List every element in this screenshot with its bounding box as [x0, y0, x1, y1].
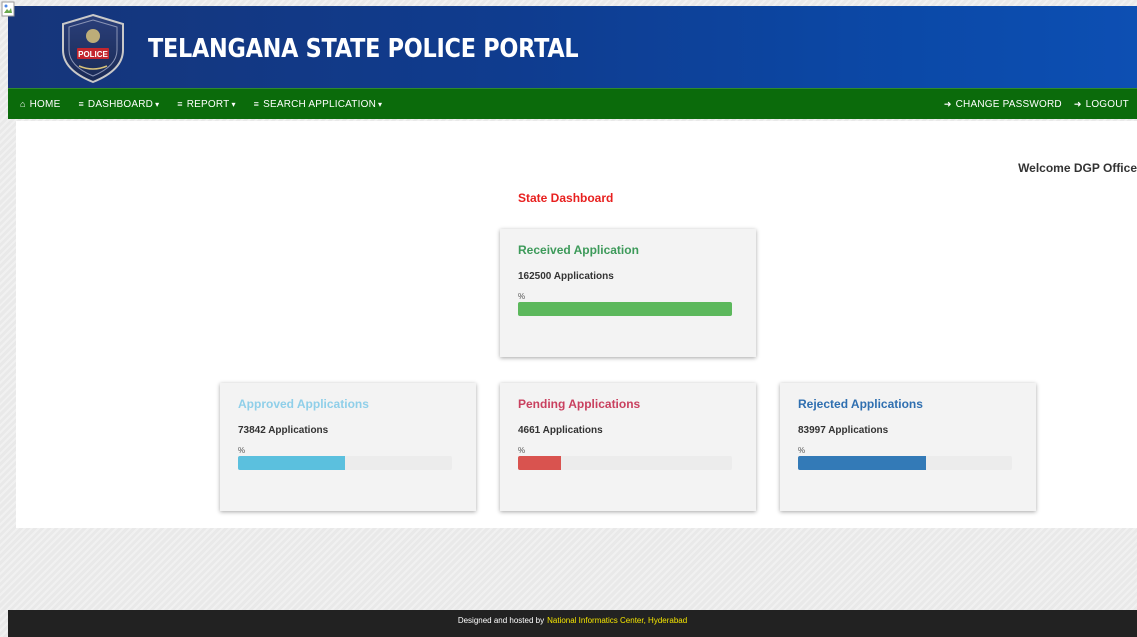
sign-in-icon: ➜ [943, 98, 952, 109]
card-count: 4661 Applications [518, 425, 603, 436]
card-title: Pending Applications [518, 397, 641, 411]
progress-bar [238, 456, 452, 470]
progress-bar-fill [798, 456, 927, 470]
footer-nic-link[interactable]: National Informatics Center, Hyderabad [547, 616, 687, 625]
percent-label: % [238, 446, 246, 455]
nav-left-group: ⌂ HOME ≡ DASHBOARD ▾ ≡ REPORT ▾ ≡ SEARCH… [20, 99, 382, 110]
logo-text: POLICE [78, 50, 108, 59]
nav-report-label: REPORT [186, 98, 230, 110]
nav-search-application-label: SEARCH APPLICATION [263, 98, 376, 110]
chevron-down-icon: ▾ [378, 99, 383, 109]
list-icon: ≡ [78, 99, 84, 109]
card-title: Approved Applications [238, 397, 369, 411]
sign-in-icon: ➜ [1073, 98, 1082, 109]
nav-change-password-label: CHANGE PASSWORD [955, 98, 1062, 110]
received-application-card[interactable]: Received Application 162500 Applications… [500, 229, 756, 357]
home-icon: ⌂ [20, 99, 26, 109]
nav-search-application[interactable]: ≡ SEARCH APPLICATION ▾ [254, 99, 383, 110]
nav-change-password[interactable]: ➜ CHANGE PASSWORD [944, 99, 1062, 110]
approved-applications-card[interactable]: Approved Applications 73842 Applications… [220, 383, 476, 511]
chevron-down-icon: ▾ [231, 99, 236, 109]
card-title: Received Application [518, 243, 639, 257]
percent-label: % [518, 446, 526, 455]
nav-logout[interactable]: ➜ LOGOUT [1074, 99, 1129, 110]
welcome-message: Welcome DGP Office [1018, 161, 1137, 175]
card-title: Rejected Applications [798, 397, 923, 411]
chevron-down-icon: ▾ [155, 99, 160, 109]
progress-bar-fill [238, 456, 345, 470]
broken-image-icon [1, 1, 15, 17]
progress-bar [518, 456, 732, 470]
list-icon: ≡ [177, 99, 183, 109]
nav-home[interactable]: ⌂ HOME [20, 99, 60, 110]
nav-right-group: ➜ CHANGE PASSWORD ➜ LOGOUT [944, 99, 1129, 110]
percent-label: % [518, 292, 526, 301]
percent-label: % [798, 446, 806, 455]
card-count: 162500 Applications [518, 271, 614, 282]
police-badge-icon[interactable]: POLICE [53, 12, 133, 84]
nav-logout-label: LOGOUT [1085, 98, 1129, 110]
progress-bar [518, 302, 732, 316]
nav-dashboard[interactable]: ≡ DASHBOARD ▾ [78, 99, 159, 110]
footer-text: Designed and hosted by [457, 616, 545, 625]
card-count: 73842 Applications [238, 425, 329, 436]
list-icon: ≡ [253, 99, 260, 109]
dashboard-title: State Dashboard [518, 191, 614, 205]
progress-bar-fill [518, 302, 732, 316]
nav-report[interactable]: ≡ REPORT ▾ [177, 99, 235, 110]
progress-bar [798, 456, 1012, 470]
pending-applications-card[interactable]: Pending Applications 4661 Applications % [500, 383, 756, 511]
site-footer: Designed and hosted by National Informat… [8, 610, 1137, 637]
rejected-applications-card[interactable]: Rejected Applications 83997 Applications… [780, 383, 1036, 511]
main-content: Welcome DGP Office State Dashboard Recei… [16, 121, 1137, 528]
nav-dashboard-label: DASHBOARD [87, 98, 154, 110]
progress-bar-fill [518, 456, 561, 470]
card-count: 83997 Applications [798, 425, 889, 436]
page: POLICE TELANGANA STATE POLICE PORTAL ⌂ H… [0, 0, 1137, 637]
nav-home-label: HOME [29, 98, 61, 110]
site-title: TELANGANA STATE POLICE PORTAL [148, 34, 579, 64]
main-navbar: ⌂ HOME ≡ DASHBOARD ▾ ≡ REPORT ▾ ≡ SEARCH… [8, 88, 1137, 119]
site-header: POLICE TELANGANA STATE POLICE PORTAL [8, 6, 1137, 88]
